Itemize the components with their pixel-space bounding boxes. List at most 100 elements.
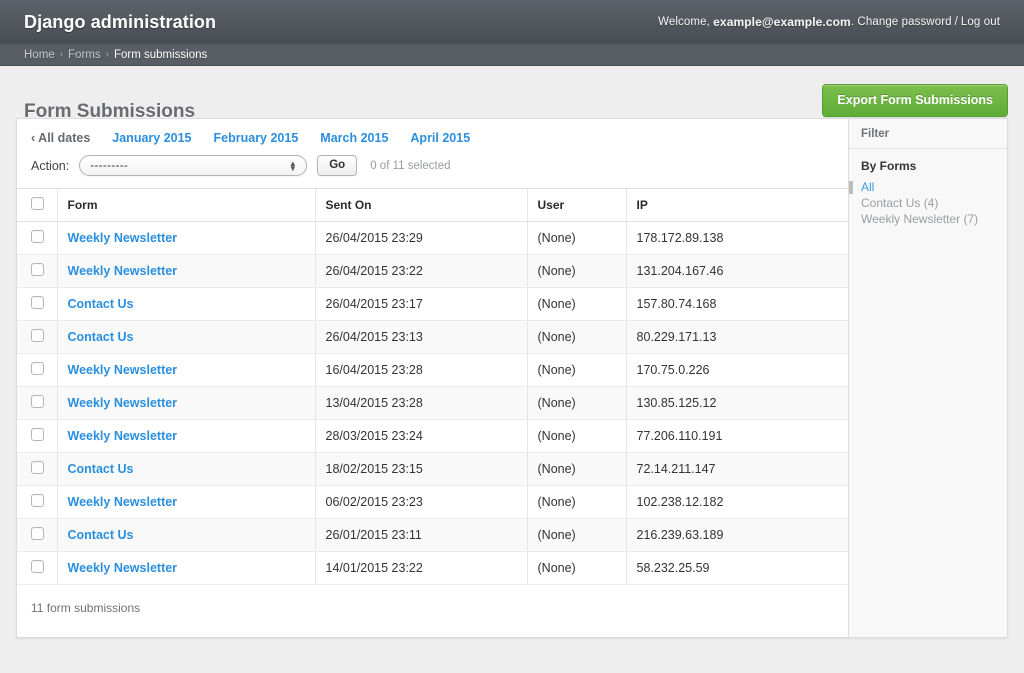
cell-user: (None) xyxy=(526,551,626,585)
filter-option-link[interactable]: All xyxy=(861,180,874,194)
cell-form: Weekly Newsletter xyxy=(56,221,315,255)
cell-form: Contact Us xyxy=(56,320,315,354)
row-checkbox[interactable] xyxy=(31,560,44,573)
cell-sent-on: 26/01/2015 23:11 xyxy=(314,518,527,552)
cell-ip: 131.204.167.46 xyxy=(625,254,848,288)
form-link[interactable]: Weekly Newsletter xyxy=(68,264,178,278)
filter-option[interactable]: Weekly Newsletter (7) xyxy=(849,211,1007,227)
action-select[interactable]: --------- ▲ ▼ xyxy=(79,155,308,176)
filter-option[interactable]: Contact Us (4) xyxy=(849,195,1007,211)
row-select-cell xyxy=(17,419,57,453)
date-hierarchy: ‹ All dates January 2015 February 2015 Ma… xyxy=(17,119,848,153)
form-link[interactable]: Weekly Newsletter xyxy=(68,396,178,410)
cell-form: Weekly Newsletter xyxy=(56,254,315,288)
column-header-form[interactable]: Form xyxy=(56,188,315,222)
user-tools: Welcome, example@example.com . Change pa… xyxy=(658,0,1000,44)
cell-form: Contact Us xyxy=(56,518,315,552)
row-checkbox[interactable] xyxy=(31,362,44,375)
table-row: Contact Us 26/01/2015 23:11 (None) 216.239.… xyxy=(17,518,848,552)
form-link[interactable]: Contact Us xyxy=(68,330,134,344)
row-select-cell xyxy=(17,254,57,288)
date-filter-all-dates[interactable]: ‹ All dates xyxy=(31,131,90,145)
row-checkbox[interactable] xyxy=(31,428,44,441)
row-checkbox[interactable] xyxy=(31,395,44,408)
column-header-ip[interactable]: IP xyxy=(625,188,848,222)
form-link[interactable]: Weekly Newsletter xyxy=(68,495,178,509)
export-form-submissions-button[interactable]: Export Form Submissions xyxy=(822,84,1008,117)
cell-sent-on: 26/04/2015 23:17 xyxy=(314,287,527,321)
filter-sidebar: Filter By Forms All Contact Us (4) Weekly … xyxy=(848,118,1008,638)
cell-sent-on: 18/02/2015 23:15 xyxy=(314,452,527,486)
cell-user: (None) xyxy=(526,452,626,486)
row-select-cell xyxy=(17,221,57,255)
cell-ip: 80.229.171.13 xyxy=(625,320,848,354)
form-link[interactable]: Weekly Newsletter xyxy=(68,231,178,245)
filter-option-link[interactable]: Weekly Newsletter (7) xyxy=(861,212,978,226)
cell-ip: 77.206.110.191 xyxy=(625,419,848,453)
cell-sent-on: 06/02/2015 23:23 xyxy=(314,485,527,519)
form-link[interactable]: Contact Us xyxy=(68,528,134,542)
table-row: Weekly Newsletter 13/04/2015 23:28 (None) 1… xyxy=(17,386,848,420)
cell-user: (None) xyxy=(526,287,626,321)
form-link[interactable]: Weekly Newsletter xyxy=(68,561,178,575)
date-filter-month-january[interactable]: January 2015 xyxy=(112,131,191,145)
row-checkbox[interactable] xyxy=(31,230,44,243)
form-link[interactable]: Weekly Newsletter xyxy=(68,363,178,377)
changelist-panel: ‹ All dates January 2015 February 2015 Ma… xyxy=(16,118,848,638)
cell-ip: 72.14.211.147 xyxy=(625,452,848,486)
column-header-user[interactable]: User xyxy=(526,188,626,222)
row-select-cell xyxy=(17,386,57,420)
cell-sent-on: 26/04/2015 23:13 xyxy=(314,320,527,354)
action-go-button[interactable]: Go xyxy=(317,155,358,176)
row-checkbox[interactable] xyxy=(31,527,44,540)
row-checkbox[interactable] xyxy=(31,263,44,276)
row-checkbox[interactable] xyxy=(31,494,44,507)
cell-form: Weekly Newsletter xyxy=(56,551,315,585)
cell-sent-on: 16/04/2015 23:28 xyxy=(314,353,527,387)
actions-toolbar: Action: --------- ▲ ▼ Go 0 of 11 selected xyxy=(17,153,848,188)
row-checkbox[interactable] xyxy=(31,329,44,342)
table-row: Contact Us 26/04/2015 23:17 (None) 157.80.7… xyxy=(17,287,848,321)
breadcrumb-separator: › xyxy=(59,49,64,60)
row-select-cell xyxy=(17,320,57,354)
filter-option[interactable]: All xyxy=(849,179,1007,195)
logout-link[interactable]: Log out xyxy=(961,16,1000,28)
table-row: Contact Us 18/02/2015 23:15 (None) 72.14.21… xyxy=(17,452,848,486)
filter-option-list: All Contact Us (4) Weekly Newsletter (7) xyxy=(849,179,1007,227)
row-checkbox[interactable] xyxy=(31,461,44,474)
cell-user: (None) xyxy=(526,485,626,519)
site-title: Django administration xyxy=(24,11,217,32)
date-filter-month-february[interactable]: February 2015 xyxy=(214,131,299,145)
results-table: Form Sent On User IP Weekly Newsletter 26… xyxy=(17,188,848,585)
cell-ip: 170.75.0.226 xyxy=(625,353,848,387)
page-title-row: Form Submissions Export Form Submissions xyxy=(0,66,1024,122)
table-row: Weekly Newsletter 26/04/2015 23:22 (None) 1… xyxy=(17,254,848,288)
cell-ip: 58.232.25.59 xyxy=(625,551,848,585)
breadcrumb: Home › Forms › Form submissions xyxy=(0,44,1024,66)
cell-ip: 178.172.89.138 xyxy=(625,221,848,255)
chevron-left-icon: ‹ xyxy=(31,131,36,145)
results-table-body: Weekly Newsletter 26/04/2015 23:29 (None) 1… xyxy=(17,221,848,585)
form-link[interactable]: Contact Us xyxy=(68,462,134,476)
cell-user: (None) xyxy=(526,221,626,255)
filter-option-link[interactable]: Contact Us (4) xyxy=(861,196,938,210)
row-checkbox[interactable] xyxy=(31,296,44,309)
column-header-sent-on[interactable]: Sent On xyxy=(314,188,527,222)
cell-ip: 130.85.125.12 xyxy=(625,386,848,420)
breadcrumb-separator: › xyxy=(105,49,109,60)
change-password-link[interactable]: Change password xyxy=(857,16,951,28)
breadcrumb-home[interactable]: Home xyxy=(24,49,55,61)
date-filter-month-april[interactable]: April 2015 xyxy=(410,131,470,145)
cell-sent-on: 26/04/2015 23:29 xyxy=(314,221,527,255)
form-link[interactable]: Contact Us xyxy=(68,297,134,311)
cell-user: (None) xyxy=(526,518,626,552)
cell-form: Contact Us xyxy=(56,287,315,321)
form-link[interactable]: Weekly Newsletter xyxy=(68,429,178,443)
current-username: example@example.com xyxy=(713,15,851,29)
date-filter-month-march[interactable]: March 2015 xyxy=(320,131,388,145)
cell-user: (None) xyxy=(526,386,626,420)
select-all-checkbox[interactable] xyxy=(31,197,44,210)
breadcrumb-forms[interactable]: Forms xyxy=(68,49,101,61)
cell-form: Weekly Newsletter xyxy=(56,353,315,387)
row-select-cell xyxy=(17,353,57,387)
